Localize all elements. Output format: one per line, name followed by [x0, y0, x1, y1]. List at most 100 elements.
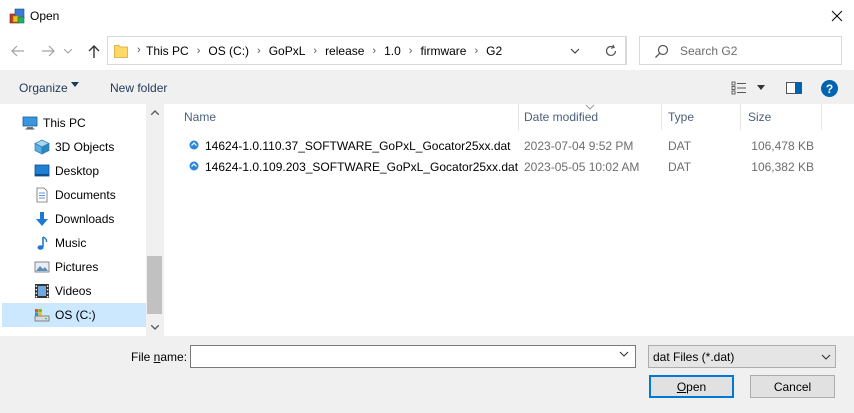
file-type-select[interactable]: dat Files (*.dat) [648, 345, 836, 368]
up-button[interactable] [84, 42, 104, 60]
nav-scrollbar[interactable] [146, 104, 163, 336]
scroll-down-button[interactable] [146, 319, 163, 336]
chevron-down-icon [150, 325, 159, 330]
nav-item-3d-objects[interactable]: 3D Objects [2, 135, 146, 159]
nav-item-videos[interactable]: Videos [2, 279, 146, 303]
window-title: Open [30, 9, 60, 23]
chevron-down-icon [64, 48, 72, 54]
nav-item-documents[interactable]: Documents [2, 183, 146, 207]
column-divider[interactable] [740, 104, 741, 130]
help-icon: ? [825, 81, 834, 96]
nav-item-label: Pictures [55, 260, 99, 274]
video-icon [35, 284, 49, 298]
folder-icon [114, 45, 128, 58]
file-name-field[interactable] [190, 345, 636, 368]
scroll-thumb[interactable] [147, 256, 162, 314]
forward-button[interactable] [38, 42, 58, 60]
nav-item-label: Downloads [55, 212, 115, 226]
chevron-down-icon[interactable] [619, 351, 629, 357]
breadcrumb-chevron[interactable]: › [474, 45, 478, 57]
refresh-button[interactable] [596, 36, 626, 65]
desktop-icon [34, 164, 50, 177]
breadcrumb-os-c[interactable]: OS (C:) [208, 44, 249, 58]
breadcrumb-chevron[interactable]: › [372, 45, 376, 57]
nav-item-this-pc[interactable]: This PC [2, 111, 146, 135]
file-size: 106,478 KB [751, 139, 814, 153]
file-row[interactable]: 14624-1.0.109.203_SOFTWARE_GoPxL_Gocator… [182, 156, 822, 177]
nav-item-desktop[interactable]: Desktop [2, 159, 146, 183]
nav-item-pictures[interactable]: Pictures [2, 255, 146, 279]
view-options-icon[interactable] [731, 81, 747, 95]
breadcrumb: This PC › OS (C:) › GoPxL › release › 1.… [146, 37, 502, 64]
breadcrumb-release[interactable]: release [325, 44, 364, 58]
search-input[interactable]: Search G2 [639, 36, 842, 65]
search-placeholder: Search G2 [680, 44, 738, 58]
caret-down-icon[interactable] [71, 82, 79, 88]
file-name-label: File name: [131, 350, 188, 364]
recent-locations-button[interactable] [62, 42, 74, 60]
file-type: DAT [668, 139, 692, 153]
breadcrumb-firmware[interactable]: firmware [420, 44, 466, 58]
column-divider[interactable] [821, 104, 822, 130]
breadcrumb-chevron[interactable]: › [257, 45, 261, 57]
breadcrumb-chevron[interactable]: › [409, 45, 413, 57]
drive-icon [34, 309, 50, 322]
breadcrumb-chevron[interactable]: › [137, 44, 141, 56]
nav-item-label: 3D Objects [55, 140, 115, 154]
file-name: 14624-1.0.110.37_SOFTWARE_GoPxL_Gocator2… [205, 139, 511, 153]
column-divider[interactable] [518, 104, 519, 130]
music-icon [37, 236, 48, 250]
file-name: 14624-1.0.109.203_SOFTWARE_GoPxL_Gocator… [205, 160, 519, 174]
refresh-icon [605, 44, 616, 56]
open-button[interactable]: Open [649, 375, 734, 398]
breadcrumb-chevron[interactable]: › [313, 45, 317, 57]
nav-item-label: OS (C:) [55, 308, 96, 322]
column-header-type[interactable]: Type [668, 104, 740, 130]
cancel-button[interactable]: Cancel [750, 375, 835, 398]
nav-item-label: Videos [55, 284, 92, 298]
nav-item-label: Documents [55, 188, 116, 202]
column-header-size[interactable]: Size [748, 104, 820, 130]
help-button[interactable]: ? [821, 80, 838, 97]
address-history-dropdown-icon[interactable] [568, 44, 582, 58]
nav-item-downloads[interactable]: Downloads [2, 207, 146, 231]
file-type-value: dat Files (*.dat) [653, 350, 735, 364]
cube-icon [34, 139, 50, 155]
file-date-modified: 2023-07-04 9:52 PM [524, 139, 634, 153]
breadcrumb-1-0[interactable]: 1.0 [384, 44, 401, 58]
column-header-name[interactable]: Name [184, 104, 518, 130]
title-bar: Open [0, 0, 854, 32]
breadcrumb-chevron[interactable]: › [197, 45, 201, 57]
close-button[interactable] [820, 0, 854, 32]
column-header-date-modified[interactable]: Date modified [524, 104, 660, 130]
preview-pane-icon[interactable] [786, 81, 802, 95]
chevron-down-icon [821, 354, 831, 360]
breadcrumb-gopxl[interactable]: GoPxL [269, 44, 306, 58]
organize-button[interactable]: Organize [19, 81, 68, 95]
scroll-up-button[interactable] [146, 104, 163, 121]
dialog-footer: File name: dat Files (*.dat) Open Cancel [0, 336, 854, 413]
arrow-left-icon [11, 45, 24, 57]
column-divider[interactable] [661, 104, 662, 130]
nav-item-label: Desktop [55, 164, 100, 178]
breadcrumb-this-pc[interactable]: This PC [146, 44, 189, 58]
file-list: Name Date modified Type Size 14624-1.0.1… [164, 104, 854, 336]
download-icon [36, 212, 48, 226]
back-button[interactable] [8, 42, 28, 60]
caret-down-icon[interactable] [757, 85, 765, 91]
close-icon [831, 10, 843, 22]
breadcrumb-g2[interactable]: G2 [486, 44, 502, 58]
file-date-modified: 2023-05-05 10:02 AM [524, 160, 640, 174]
arrow-up-icon [88, 45, 100, 58]
dat-file-icon [189, 140, 199, 150]
new-folder-button[interactable]: New folder [110, 81, 167, 95]
chevron-up-icon [150, 110, 159, 115]
nav-item-os-c[interactable]: OS (C:) [2, 303, 146, 327]
computer-icon [22, 116, 38, 130]
nav-item-music[interactable]: Music [2, 231, 146, 255]
nav-item-label: Music [55, 236, 87, 250]
file-row[interactable]: 14624-1.0.110.37_SOFTWARE_GoPxL_Gocator2… [182, 135, 822, 156]
address-row: › This PC › OS (C:) › GoPxL › release › … [0, 32, 854, 70]
address-bar[interactable]: › This PC › OS (C:) › GoPxL › release › … [107, 36, 627, 65]
file-size: 106,382 KB [751, 160, 814, 174]
